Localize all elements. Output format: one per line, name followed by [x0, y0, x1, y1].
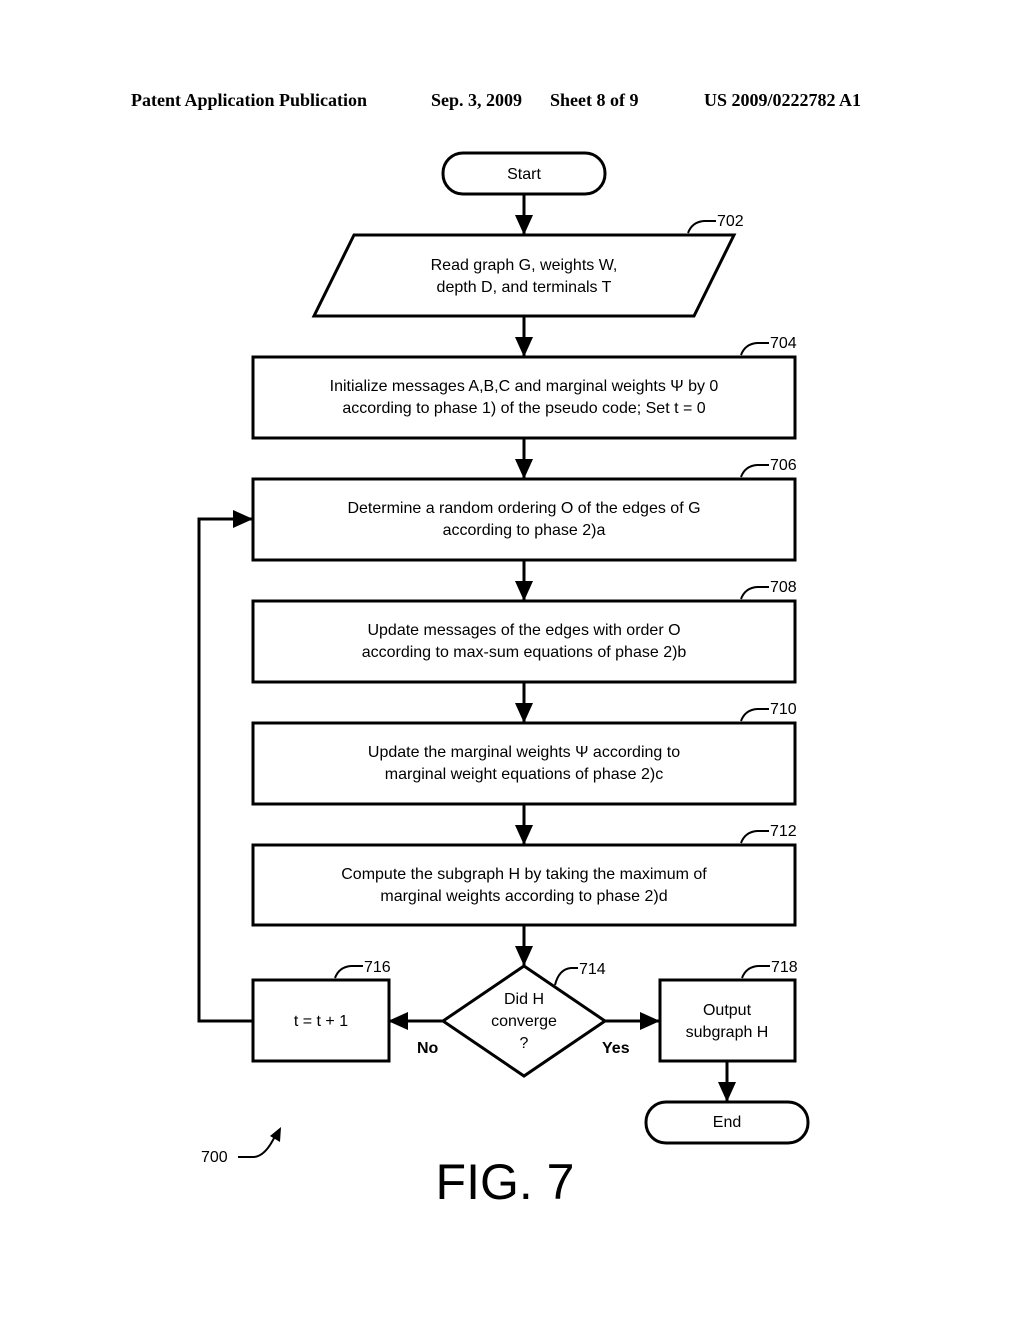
step-718-output: Output subgraph H 718 [658, 959, 798, 1063]
step-718-line2: subgraph H [686, 1024, 769, 1041]
step-714-line3: ? [520, 1035, 529, 1052]
ref-706: 706 [770, 457, 797, 474]
step-716-process: t = t + 1 716 [251, 959, 391, 1063]
step-704-line2: according to phase 1) of the pseudo code… [342, 400, 705, 417]
branch-no-label: No [417, 1040, 439, 1057]
step-714-decision: Did H converge ? 714 [440, 961, 608, 1078]
ref-702: 702 [717, 213, 744, 230]
figure-ref-700: 700 [201, 1149, 228, 1166]
end-label: End [713, 1114, 741, 1131]
leader-702 [687, 220, 716, 234]
figure-label: FIG. 7 [436, 1154, 575, 1210]
step-706-line2: according to phase 2)a [443, 522, 606, 539]
figure-ref-arrowhead [270, 1127, 281, 1142]
step-702-input: Read graph G, weights W, depth D, and te… [311, 213, 744, 318]
step-706-line1: Determine a random ordering O of the edg… [347, 500, 700, 517]
ref-712: 712 [770, 823, 797, 840]
leader-704 [740, 342, 769, 356]
ref-710: 710 [770, 701, 797, 718]
step-704-line1: Initialize messages A,B,C and marginal w… [330, 378, 719, 395]
figure-ref-leader [238, 1133, 277, 1158]
step-718-line1: Output [703, 1002, 752, 1019]
step-702-line2: depth D, and terminals T [437, 279, 612, 296]
ref-704: 704 [770, 335, 797, 352]
step-710-line2: marginal weight equations of phase 2)c [385, 766, 663, 783]
ref-718: 718 [771, 959, 798, 976]
start-label: Start [507, 166, 541, 183]
ref-714: 714 [579, 961, 606, 978]
leader-716 [334, 965, 363, 979]
leader-718 [741, 965, 770, 979]
step-716-line1: t = t + 1 [294, 1013, 348, 1030]
step-702-line1: Read graph G, weights W, [431, 257, 618, 274]
leader-708 [740, 586, 769, 600]
branch-yes-label: Yes [602, 1040, 630, 1057]
flowchart: Start Read graph G, weights W, depth D, … [197, 151, 810, 1210]
start-terminal: Start [441, 151, 607, 196]
leader-714 [554, 967, 578, 986]
leader-710 [740, 708, 769, 722]
step-708-line2: according to max-sum equations of phase … [362, 644, 687, 661]
arrow-716-706-loop [197, 510, 253, 1023]
step-714-line2: converge [491, 1013, 557, 1030]
ref-716: 716 [364, 959, 391, 976]
step-714-line1: Did H [504, 991, 544, 1008]
leader-706 [740, 464, 769, 478]
step-708-line1: Update messages of the edges with order … [367, 622, 680, 639]
step-712-line2: marginal weights according to phase 2)d [380, 888, 667, 905]
end-terminal: End [644, 1100, 810, 1145]
step-712-line1: Compute the subgraph H by taking the max… [341, 866, 707, 883]
step-710-line1: Update the marginal weights Ψ according … [368, 744, 680, 761]
leader-712 [740, 830, 769, 844]
ref-708: 708 [770, 579, 797, 596]
